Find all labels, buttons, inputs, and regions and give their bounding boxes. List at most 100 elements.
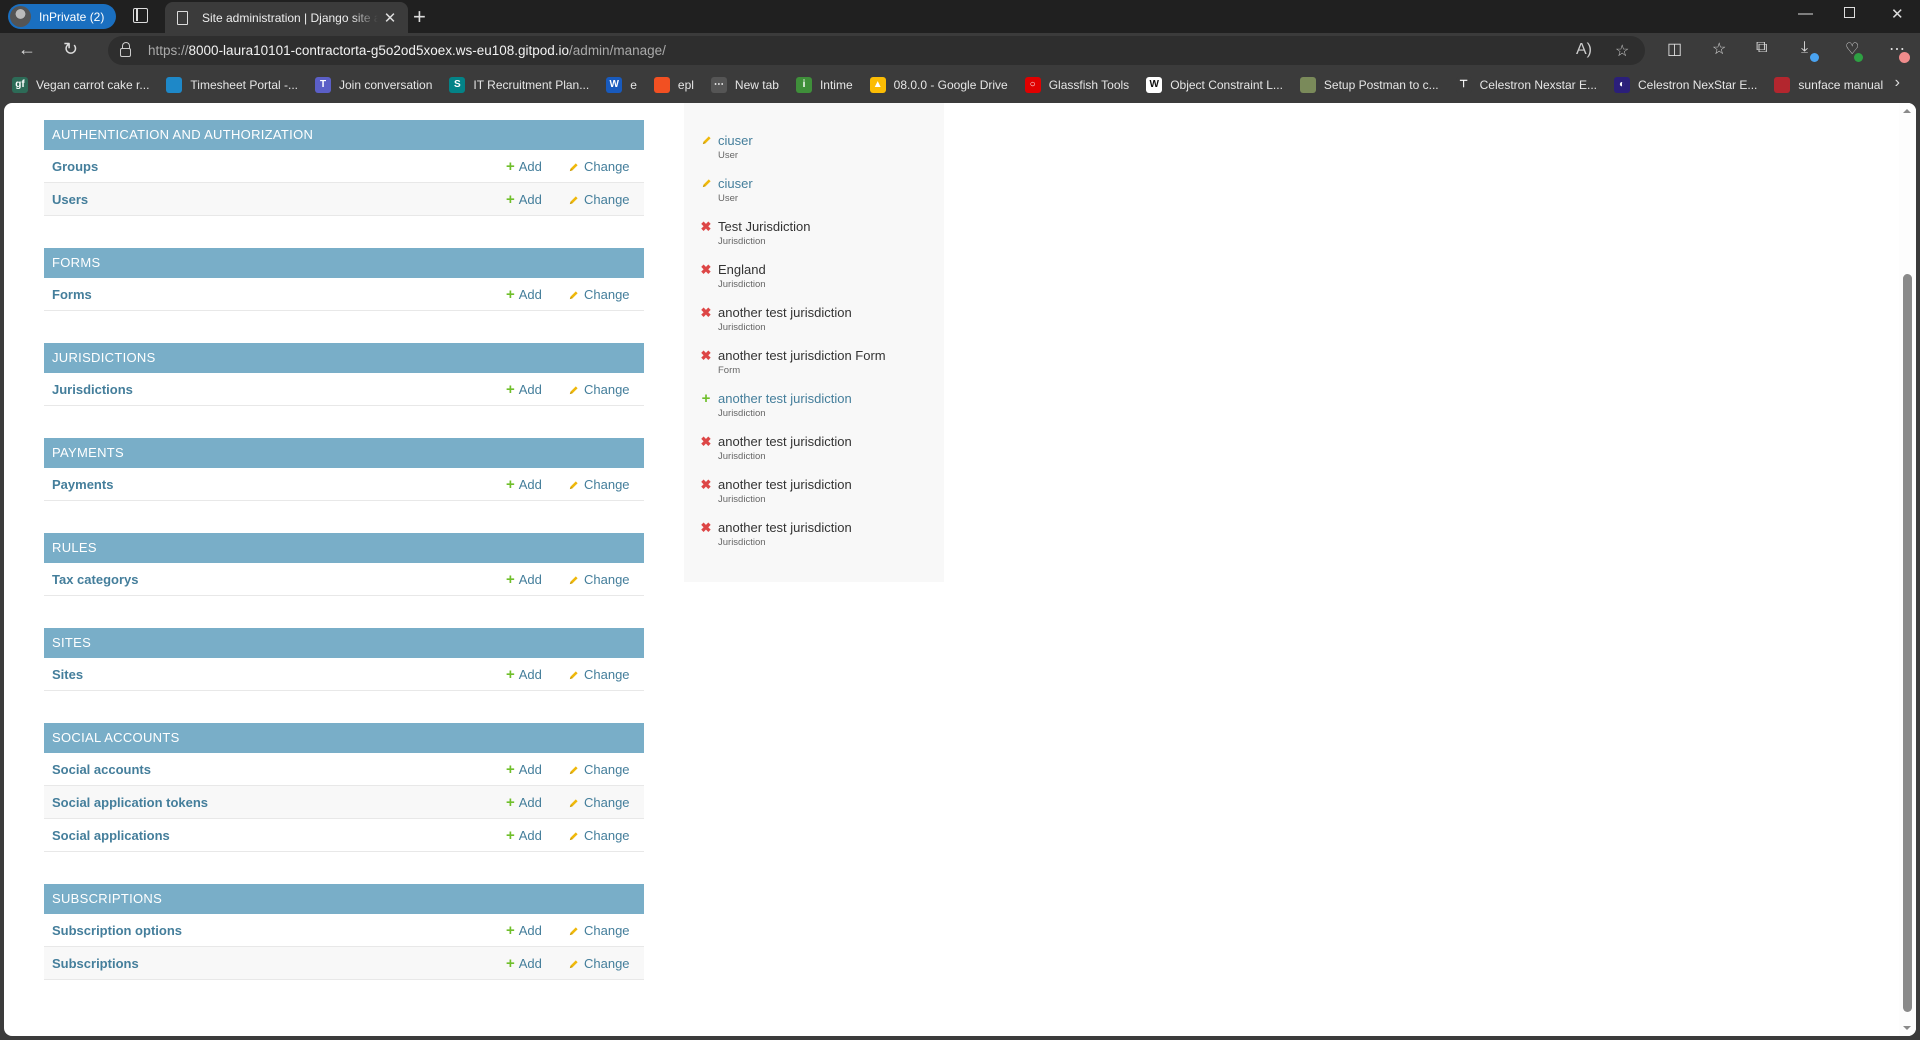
bookmark-item[interactable]: ◐ Celestron NexStar E...	[1614, 76, 1757, 93]
add-link[interactable]: + Add	[506, 192, 542, 207]
model-row: Users + Add Change	[44, 183, 644, 216]
recent-action-item: ✖ Test Jurisdiction Jurisdiction	[700, 219, 940, 247]
bookmark-item[interactable]: gf Vegan carrot cake r...	[12, 76, 149, 93]
model-link[interactable]: Subscriptions	[44, 956, 644, 971]
add-link[interactable]: + Add	[506, 572, 542, 587]
scrollbar-thumb[interactable]	[1903, 274, 1912, 1012]
change-link[interactable]: Change	[568, 382, 630, 397]
change-link[interactable]: Change	[568, 923, 630, 938]
add-link[interactable]: + Add	[506, 382, 542, 397]
new-tab-icon[interactable]: +	[413, 4, 426, 30]
app-module-caption[interactable]: Forms	[44, 248, 644, 278]
app-module-caption[interactable]: Rules	[44, 533, 644, 563]
app-module-caption[interactable]: Social Accounts	[44, 723, 644, 753]
gf-favicon-icon: gf	[12, 76, 28, 93]
model-link[interactable]: Forms	[44, 287, 644, 302]
refresh-icon[interactable]: ↻	[63, 39, 78, 60]
timesheet-favicon-icon	[166, 76, 183, 93]
vertical-scrollbar[interactable]	[1899, 103, 1916, 1036]
add-link[interactable]: + Add	[506, 956, 542, 971]
change-link[interactable]: Change	[568, 667, 630, 682]
model-link[interactable]: Users	[44, 192, 644, 207]
change-pencil-icon	[568, 797, 579, 808]
back-icon[interactable]: ←	[18, 39, 36, 60]
recent-action-content-type: User	[718, 150, 739, 161]
app-module-caption[interactable]: Jurisdictions	[44, 343, 644, 373]
model-link[interactable]: Groups	[44, 159, 644, 174]
model-link[interactable]: Social application tokens	[44, 795, 644, 810]
bookmark-item[interactable]: i Intime	[795, 76, 853, 93]
close-window-icon[interactable]: ✕	[1891, 5, 1904, 23]
add-link[interactable]: + Add	[506, 159, 542, 174]
add-plus-icon: +	[506, 793, 515, 811]
change-link[interactable]: Change	[568, 287, 630, 302]
bookmark-item[interactable]: Timesheet Portal -...	[166, 76, 298, 93]
inprivate-profile-button[interactable]: InPrivate (2)	[8, 4, 116, 29]
model-link[interactable]: Tax categorys	[44, 572, 644, 587]
collections-icon[interactable]: ⧉	[1756, 39, 1767, 57]
add-plus-icon: +	[506, 826, 515, 844]
recent-action-object[interactable]: ciuser	[718, 176, 753, 191]
add-link[interactable]: + Add	[506, 287, 542, 302]
recent-action-object[interactable]: ciuser	[718, 133, 753, 148]
model-link[interactable]: Sites	[44, 667, 644, 682]
tab-actions-icon[interactable]	[133, 8, 148, 23]
bookmark-item[interactable]: epl	[653, 76, 694, 93]
recent-action-item: ✖ another test jurisdiction Jurisdiction	[700, 477, 940, 505]
downloads-icon[interactable]: ⤓	[1801, 39, 1808, 57]
model-row: Social accounts + Add Change	[44, 753, 644, 786]
add-link[interactable]: + Add	[506, 667, 542, 682]
model-link[interactable]: Social applications	[44, 828, 644, 843]
change-link[interactable]: Change	[568, 828, 630, 843]
more-bookmarks-chevron-icon[interactable]: ›	[1895, 74, 1900, 92]
change-link[interactable]: Change	[568, 572, 630, 587]
change-link[interactable]: Change	[568, 795, 630, 810]
model-link[interactable]: Jurisdictions	[44, 382, 644, 397]
model-link[interactable]: Social accounts	[44, 762, 644, 777]
add-link[interactable]: + Add	[506, 795, 542, 810]
add-plus-icon: +	[506, 760, 515, 778]
favorite-star-icon[interactable]: ☆	[1615, 41, 1629, 61]
bookmark-item[interactable]: ▲ 08.0.0 - Google Drive	[869, 76, 1008, 93]
change-link[interactable]: Change	[568, 477, 630, 492]
bookmark-item[interactable]: ⊤ Celestron Nexstar E...	[1455, 76, 1597, 93]
split-screen-icon[interactable]: ◫	[1667, 39, 1682, 59]
bookmark-item[interactable]: sunface manual	[1774, 76, 1883, 93]
recent-action-object[interactable]: another test jurisdiction	[718, 391, 852, 406]
read-aloud-icon[interactable]: A)	[1576, 41, 1592, 59]
add-label: Add	[518, 476, 542, 492]
add-link[interactable]: + Add	[506, 477, 542, 492]
close-tab-icon[interactable]: ✕	[378, 9, 402, 27]
model-link[interactable]: Payments	[44, 477, 644, 492]
restore-icon[interactable]	[1844, 7, 1855, 18]
app-module: Rules Tax categorys + Add Change	[44, 533, 644, 596]
scroll-up-arrow-icon[interactable]	[1903, 109, 1911, 113]
change-link[interactable]: Change	[568, 956, 630, 971]
bookmark-item[interactable]: ○ Glassfish Tools	[1024, 76, 1129, 93]
bookmark-item[interactable]: ⋯ New tab	[710, 76, 779, 93]
bookmark-item[interactable]: W Object Constraint L...	[1146, 76, 1283, 93]
model-link[interactable]: Subscription options	[44, 923, 644, 938]
add-link[interactable]: + Add	[506, 923, 542, 938]
bookmark-item[interactable]: T Join conversation	[315, 76, 432, 93]
lock-icon[interactable]	[120, 42, 131, 57]
address-bar[interactable]: https://8000-laura10101-contractorta-g5o…	[108, 36, 1645, 65]
google-drive-favicon-icon: ▲	[869, 76, 886, 93]
add-link[interactable]: + Add	[506, 762, 542, 777]
add-link[interactable]: + Add	[506, 828, 542, 843]
change-link[interactable]: Change	[568, 762, 630, 777]
favorites-icon[interactable]: ☆	[1712, 39, 1726, 59]
bookmark-item[interactable]: We	[606, 76, 637, 93]
app-module-caption[interactable]: Subscriptions	[44, 884, 644, 914]
app-module-caption[interactable]: Authentication and Authorization	[44, 120, 644, 150]
deletion-x-icon: ✖	[700, 348, 712, 363]
bookmark-item[interactable]: Setup Postman to c...	[1299, 76, 1439, 93]
active-tab[interactable]: Site administration | Django site admin …	[165, 2, 408, 33]
app-module-caption[interactable]: Payments	[44, 438, 644, 468]
scroll-down-arrow-icon[interactable]	[1903, 1026, 1911, 1030]
app-module-caption[interactable]: Sites	[44, 628, 644, 658]
bookmark-item[interactable]: S IT Recruitment Plan...	[449, 76, 589, 93]
minimize-icon[interactable]: —	[1798, 5, 1813, 22]
change-link[interactable]: Change	[568, 159, 630, 174]
change-link[interactable]: Change	[568, 192, 630, 207]
